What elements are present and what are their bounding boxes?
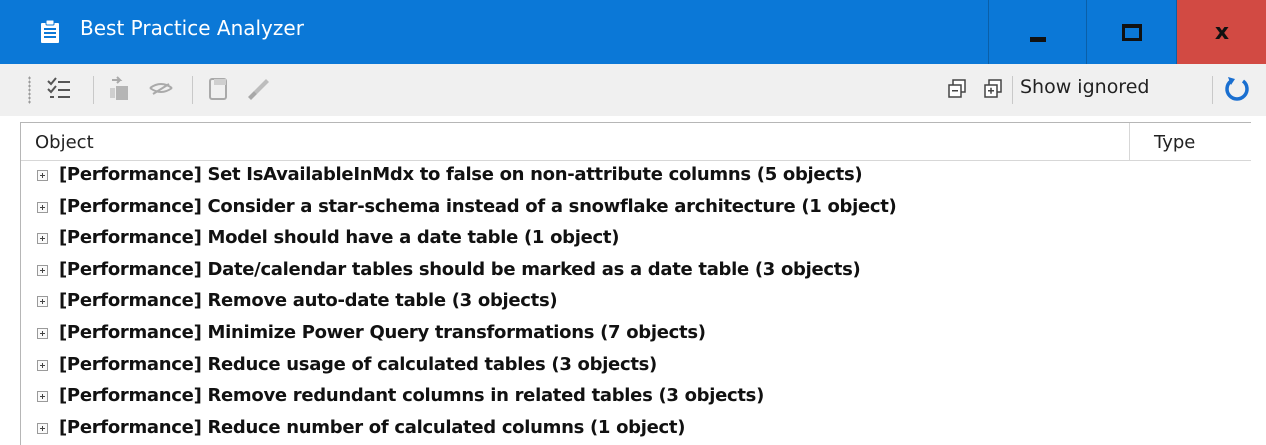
collapse-all-icon[interactable] (942, 74, 972, 104)
checklist-icon[interactable] (44, 74, 74, 104)
toolbar-separator (1212, 76, 1213, 104)
expand-icon[interactable] (37, 201, 48, 213)
column-header-type[interactable]: Type (1154, 132, 1195, 153)
rule-row-label: [Performance] Consider a star-schema ins… (59, 195, 897, 217)
toolbar: Show ignored (0, 64, 1266, 116)
toolbar-separator (192, 76, 193, 104)
rule-row-label: [Performance] Minimize Power Query trans… (59, 321, 706, 343)
rule-row[interactable]: [Performance] Model should have a date t… (21, 224, 1251, 256)
expand-icon[interactable] (37, 296, 48, 308)
expand-all-icon[interactable] (978, 74, 1008, 104)
rule-row[interactable]: [Performance] Remove auto-date table (3 … (21, 287, 1251, 319)
generate-fix-script-icon[interactable] (204, 74, 234, 104)
minimize-icon (1030, 36, 1046, 42)
expand-icon[interactable] (37, 327, 48, 339)
rule-row[interactable]: [Performance] Date/calendar tables shoul… (21, 256, 1251, 288)
rule-row[interactable]: [Performance] Reduce usage of calculated… (21, 351, 1251, 383)
expand-icon[interactable] (37, 233, 48, 245)
rule-row[interactable]: [Performance] Set IsAvailableInMdx to fa… (21, 161, 1251, 193)
best-practice-analyzer-window: Best Practice Analyzer x Show ignored Ob… (0, 0, 1266, 445)
list-header: Object Type (21, 123, 1251, 161)
go-to-object-icon[interactable] (104, 74, 134, 104)
minimize-button[interactable] (988, 0, 1087, 64)
rule-row[interactable]: [Performance] Remove redundant columns i… (21, 382, 1251, 414)
rule-row-label: [Performance] Remove auto-date table (3 … (59, 290, 558, 312)
title-bar[interactable]: Best Practice Analyzer x (0, 0, 1266, 64)
results-list[interactable]: Object Type [Performance] Set IsAvailabl… (20, 122, 1251, 445)
column-header-object[interactable]: Object (35, 132, 94, 153)
column-divider[interactable] (1129, 123, 1130, 160)
window-title: Best Practice Analyzer (80, 16, 304, 40)
expand-icon[interactable] (37, 264, 48, 276)
close-button[interactable]: x (1176, 0, 1266, 64)
clipboard-icon (40, 19, 60, 44)
rule-row-label: [Performance] Remove redundant columns i… (59, 385, 765, 407)
ignore-icon[interactable] (146, 74, 176, 104)
rule-row[interactable]: [Performance] Reduce number of calculate… (21, 414, 1251, 445)
expand-icon[interactable] (37, 391, 48, 403)
rule-rows: [Performance] Set IsAvailableInMdx to fa… (21, 161, 1251, 445)
maximize-icon (1122, 23, 1142, 41)
expand-icon[interactable] (37, 359, 48, 371)
close-icon: x (1214, 19, 1230, 45)
rule-row-label: [Performance] Reduce number of calculate… (59, 416, 686, 438)
toolbar-separator (93, 76, 94, 104)
toolbar-grip[interactable] (28, 76, 31, 104)
expand-icon[interactable] (37, 170, 48, 181)
rule-row[interactable]: [Performance] Consider a star-schema ins… (21, 193, 1251, 225)
show-ignored-toggle[interactable]: Show ignored (1020, 76, 1149, 98)
rule-row-label: [Performance] Set IsAvailableInMdx to fa… (59, 164, 863, 185)
rule-row-label: [Performance] Model should have a date t… (59, 227, 620, 249)
apply-fix-icon[interactable] (244, 74, 274, 104)
refresh-icon[interactable] (1222, 74, 1252, 104)
rule-row-label: [Performance] Date/calendar tables shoul… (59, 258, 861, 280)
rule-row-label: [Performance] Reduce usage of calculated… (59, 353, 657, 375)
maximize-button[interactable] (1086, 0, 1177, 64)
toolbar-separator (1012, 76, 1013, 104)
rule-row[interactable]: [Performance] Minimize Power Query trans… (21, 319, 1251, 351)
expand-icon[interactable] (37, 422, 48, 434)
